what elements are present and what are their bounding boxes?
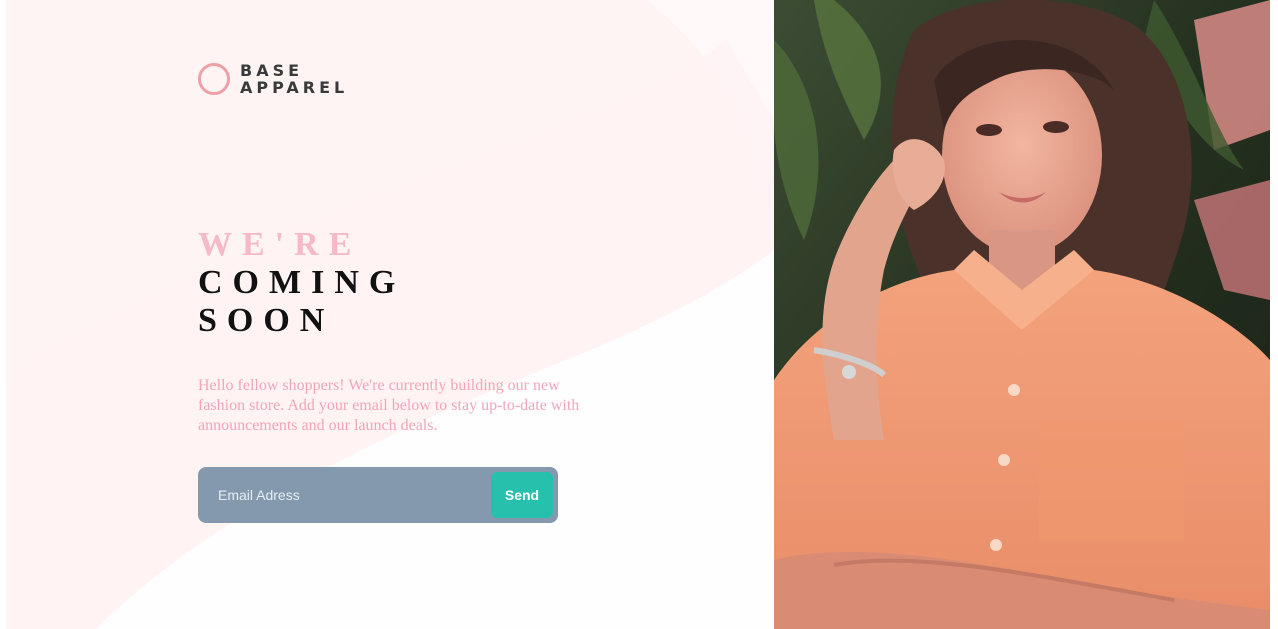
brand-name-line2: APPAREL (240, 78, 349, 97)
hero-photo (774, 0, 1270, 629)
title-line-3: SOON (198, 302, 335, 339)
brand-name: BASE APPAREL (240, 62, 348, 96)
title-line-2: COMING (198, 264, 406, 301)
brand-name-line1: BASE (240, 61, 304, 80)
page-title: WE'RE COMING SOON (198, 226, 405, 340)
signup-form: Send (198, 467, 558, 523)
title-line-1: WE'RE (198, 226, 362, 263)
logo-circle-icon (198, 63, 230, 95)
intro-text: Hello fellow shoppers! We're currently b… (198, 377, 580, 434)
content-panel: BASE APPAREL WE'RE COMING SOON Hello fel… (6, 0, 774, 629)
model-photo-icon (774, 0, 1270, 629)
coming-soon-page: BASE APPAREL WE'RE COMING SOON Hello fel… (0, 0, 1278, 629)
email-input[interactable] (198, 467, 491, 523)
send-button[interactable]: Send (491, 472, 553, 518)
right-edge-strip (1270, 0, 1278, 629)
brand-logo[interactable]: BASE APPAREL (198, 62, 348, 96)
